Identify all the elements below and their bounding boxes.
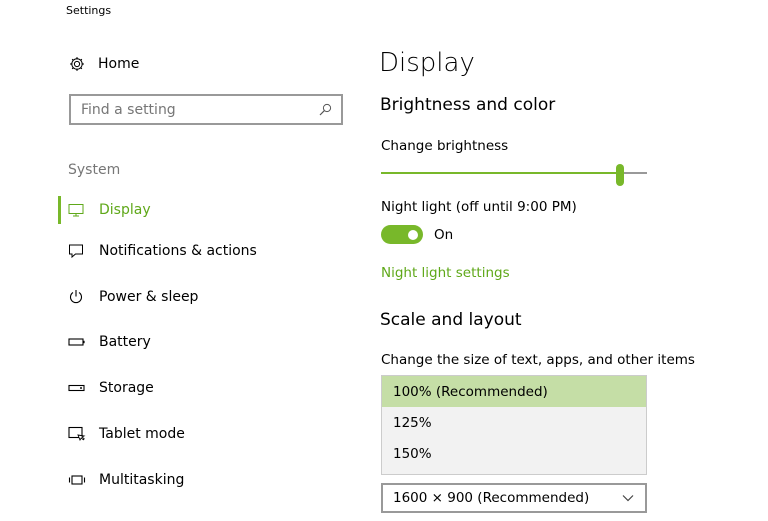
brightness-heading: Brightness and color (380, 95, 556, 115)
sidebar-item-label: Battery (99, 334, 151, 351)
sidebar-item-label: Storage (99, 380, 154, 397)
section-label-system: System (68, 162, 121, 178)
sidebar-item-label: Notifications & actions (99, 242, 257, 259)
scale-label: Change the size of text, apps, and other… (381, 352, 695, 368)
brightness-label: Change brightness (381, 138, 509, 154)
scale-heading: Scale and layout (380, 310, 522, 330)
window-title: Settings (66, 4, 112, 17)
scale-option-125[interactable]: 125% (382, 407, 646, 438)
night-light-state: On (434, 227, 454, 243)
page-title: Display (379, 48, 475, 78)
slider-fill (381, 172, 620, 174)
brightness-slider[interactable] (381, 164, 647, 186)
sidebar-item-multitasking[interactable]: Multitasking (58, 457, 358, 503)
sidebar-item-label: Power & sleep (99, 288, 199, 305)
sidebar-item-tablet-mode[interactable]: Tablet mode (58, 411, 358, 457)
sidebar-item-label: Display (99, 202, 151, 218)
storage-icon (68, 380, 88, 396)
night-light-settings-link[interactable]: Night light settings (381, 265, 510, 281)
battery-icon (68, 334, 88, 350)
search-icon[interactable] (317, 102, 333, 118)
gear-icon (68, 55, 86, 73)
search-box[interactable] (69, 94, 343, 125)
sidebar-item-storage[interactable]: Storage (58, 365, 358, 411)
notification-icon (68, 243, 88, 259)
chevron-down-icon (621, 491, 635, 505)
sidebar-nav: Display Notifications & actions Power & … (58, 192, 358, 503)
monitor-icon (68, 202, 88, 218)
sidebar-item-label: Multitasking (99, 471, 185, 488)
home-label: Home (98, 56, 140, 72)
scale-option-150[interactable]: 150% (382, 438, 646, 469)
sidebar-item-battery[interactable]: Battery (58, 320, 358, 366)
night-light-label: Night light (off until 9:00 PM) (381, 199, 577, 215)
slider-thumb[interactable] (616, 164, 624, 186)
power-icon (68, 289, 88, 305)
tablet-mode-icon (68, 426, 88, 442)
sidebar-item-label: Tablet mode (99, 426, 185, 443)
toggle-knob (408, 229, 418, 240)
resolution-value: 1600 × 900 (Recommended) (393, 490, 590, 506)
scale-dropdown-list: 100% (Recommended) 125% 150% (381, 375, 647, 475)
multitasking-icon (68, 472, 88, 488)
sidebar-item-power-sleep[interactable]: Power & sleep (58, 274, 358, 320)
night-light-toggle[interactable] (381, 225, 423, 244)
scale-option-100[interactable]: 100% (Recommended) (382, 376, 646, 407)
sidebar-item-notifications[interactable]: Notifications & actions (58, 228, 358, 274)
sidebar-item-display[interactable]: Display (58, 192, 358, 228)
home-button[interactable]: Home (68, 55, 139, 73)
search-input[interactable] (81, 101, 317, 118)
resolution-dropdown[interactable]: 1600 × 900 (Recommended) (381, 483, 647, 513)
